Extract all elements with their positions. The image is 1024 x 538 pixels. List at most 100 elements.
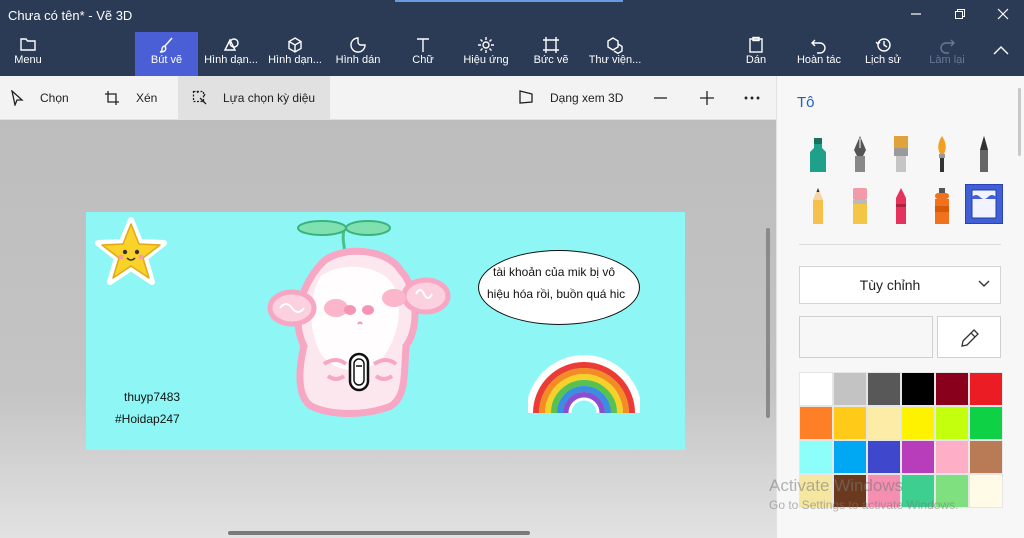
undo-button[interactable]: Hoàn tác [792, 32, 846, 76]
close-button[interactable] [993, 6, 1013, 26]
select-label: Chọn [40, 91, 69, 105]
signature-username: thuyp7483 [124, 390, 181, 404]
redo-icon [925, 32, 969, 54]
color-swatch[interactable] [969, 372, 1003, 406]
fill-brush[interactable] [965, 184, 1003, 224]
plus-icon [700, 91, 714, 105]
crop-tool-button[interactable]: Xén [104, 76, 164, 120]
more-icon [744, 96, 760, 100]
cursor-icon [11, 90, 24, 106]
title-accent-line [395, 0, 623, 2]
collapse-ribbon-button[interactable] [988, 32, 1014, 76]
star-sticker[interactable] [94, 216, 168, 288]
oil-brush[interactable] [884, 134, 918, 174]
tool-label: Thư viện... [588, 54, 642, 66]
redo-label: Làm lại [929, 54, 965, 66]
fill-icon [971, 189, 997, 219]
color-swatch[interactable] [867, 406, 901, 440]
spray-can-icon [935, 188, 949, 224]
eraser-icon [853, 188, 867, 224]
tool-2d-shapes[interactable]: Hình dạn... [200, 32, 262, 76]
color-swatch[interactable] [901, 372, 935, 406]
color-swatch[interactable] [833, 440, 867, 474]
activation-watermark: Activate Windows Go to Settings to activ… [769, 476, 958, 512]
undo-label: Hoàn tác [796, 54, 842, 66]
menu-label: Menu [14, 54, 42, 66]
tool-brushes[interactable]: Bút vẽ [135, 32, 198, 76]
color-swatch[interactable] [799, 406, 833, 440]
speech-text-line2: hiệu hóa rồi, buồn quá hic [487, 287, 626, 301]
3d-view-icon [519, 90, 533, 104]
horizontal-scrollbar[interactable] [228, 531, 530, 535]
pencil-icon [813, 188, 823, 224]
panel-title: Tô [797, 94, 815, 111]
tool-label: Hình dạn... [204, 54, 258, 66]
speech-bubble[interactable]: tài khoản của mik bị vô hiệu hóa rồi, bu… [478, 250, 640, 325]
finish-dropdown[interactable]: Tùy chỉnh [799, 266, 1001, 304]
color-swatch[interactable] [969, 474, 1003, 508]
tool-3d-library[interactable]: Thư viện... [585, 32, 645, 76]
watercolor-icon [938, 136, 946, 172]
color-swatch[interactable] [799, 440, 833, 474]
title-bar: Chưa có tên* - Vẽ 3D [0, 0, 1024, 32]
3d-shapes-icon [264, 32, 326, 54]
rainbow-sticker[interactable] [528, 355, 640, 419]
tool-label: Hình dán [335, 54, 381, 66]
marker-icon [810, 138, 826, 172]
brushes-panel: Tô Tùy chỉnh Activate Windows Go to Sett… [769, 76, 1024, 538]
minimize-button[interactable] [906, 6, 926, 26]
select-tool-button[interactable]: Chọn [10, 76, 80, 120]
pixel-pen-brush[interactable] [967, 134, 1001, 174]
crayon-brush[interactable] [884, 186, 918, 226]
tool-canvas[interactable]: Bức vẽ [526, 32, 576, 76]
color-swatch[interactable] [969, 440, 1003, 474]
watermark-subtitle: Go to Settings to activate Windows. [769, 498, 959, 512]
panel-divider [799, 244, 1001, 245]
color-swatch[interactable] [867, 372, 901, 406]
color-swatch[interactable] [833, 372, 867, 406]
color-swatch[interactable] [935, 440, 969, 474]
text-icon [400, 32, 446, 54]
color-swatch[interactable] [935, 372, 969, 406]
view-3d-toggle[interactable]: Dạng xem 3D [518, 76, 628, 120]
spray-can-brush[interactable] [925, 186, 959, 226]
character-drawing[interactable] [266, 216, 456, 421]
tool-stickers[interactable]: Hình dán [330, 32, 386, 76]
tool-label: Bút vẽ [150, 54, 183, 66]
color-swatch[interactable] [969, 406, 1003, 440]
color-swatch[interactable] [833, 406, 867, 440]
redo-button[interactable]: Làm lại [925, 32, 969, 76]
pencil-brush[interactable] [801, 186, 835, 226]
zoom-out-button[interactable] [652, 76, 672, 120]
watermark-title: Activate Windows [769, 476, 904, 495]
tool-3d-shapes[interactable]: Hình dạn... [264, 32, 326, 76]
marker-brush[interactable] [801, 134, 835, 174]
history-label: Lịch sử [864, 54, 902, 66]
restore-button[interactable] [950, 6, 970, 26]
crayon-icon [896, 188, 906, 224]
drawing-canvas[interactable]: tài khoản của mik bị vô hiệu hóa rồi, bu… [86, 212, 685, 450]
more-options-button[interactable] [744, 76, 764, 120]
2d-shapes-icon [200, 32, 262, 54]
tool-text[interactable]: Chữ [400, 32, 446, 76]
color-swatch[interactable] [935, 406, 969, 440]
paste-button[interactable]: Dán [738, 32, 774, 76]
current-color-preview[interactable] [799, 316, 933, 358]
color-swatch[interactable] [901, 440, 935, 474]
eraser-brush[interactable] [843, 186, 877, 226]
color-swatch[interactable] [867, 440, 901, 474]
calligraphy-pen-brush[interactable] [843, 134, 877, 174]
paste-label: Dán [745, 54, 767, 66]
tool-effects[interactable]: Hiệu ứng [458, 32, 514, 76]
color-swatch[interactable] [901, 406, 935, 440]
eyedropper-button[interactable] [937, 316, 1001, 358]
workspace[interactable]: tài khoản của mik bị vô hiệu hóa rồi, bu… [0, 120, 776, 538]
panel-scrollbar[interactable] [1018, 88, 1021, 156]
zoom-in-button[interactable] [699, 76, 719, 120]
magic-select-button[interactable]: Lựa chọn kỳ diệu [178, 76, 330, 120]
vertical-scrollbar[interactable] [766, 228, 770, 418]
menu-button[interactable]: Menu [6, 32, 50, 76]
color-swatch[interactable] [799, 372, 833, 406]
history-button[interactable]: Lịch sử [860, 32, 906, 76]
watercolor-brush[interactable] [925, 134, 959, 174]
